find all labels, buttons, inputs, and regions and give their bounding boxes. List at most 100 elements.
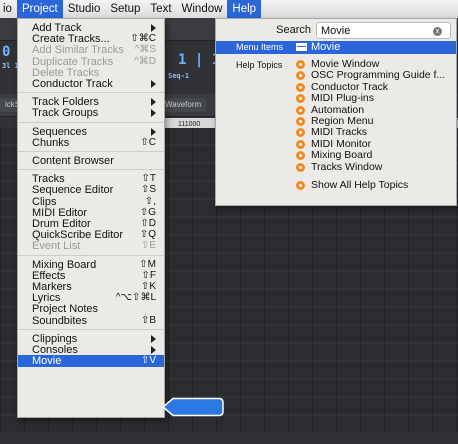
help-topic-item[interactable]: Mixing Board — [296, 149, 454, 161]
menu-item-shortcut: ⇧F — [141, 269, 157, 281]
menu-item-track-folders[interactable]: Track Folders — [18, 96, 164, 108]
menu-item-label: Track Groups — [32, 107, 99, 120]
menubar-item-window[interactable]: Window — [177, 0, 228, 18]
submenu-arrow-icon — [151, 24, 156, 32]
menu-item-effects[interactable]: Effects ⇧F — [18, 270, 164, 282]
menubar-item-setup[interactable]: Setup — [105, 0, 145, 18]
menu-item-label: Movie — [32, 355, 62, 368]
help-topic-item[interactable]: Region Menu — [296, 115, 454, 127]
help-topic-item[interactable]: Conductor Track — [296, 80, 454, 93]
help-topic-item[interactable]: Automation — [296, 104, 454, 116]
tab-waveform[interactable]: Waveform — [160, 98, 207, 112]
help-topic-icon — [296, 94, 305, 104]
menu-separator — [18, 169, 164, 171]
menu-item-shortcut: ⇧B — [140, 314, 156, 326]
menu-item-conductor-track[interactable]: Conductor Track — [18, 78, 164, 90]
menu-item-add-similar-tracks[interactable]: Add Similar Tracks ^⌘S — [18, 44, 164, 56]
menu-item-label: Drum Editor — [32, 218, 91, 230]
menu-item-shortcut: ⇧K — [140, 281, 156, 292]
project-menu: Add Track Create Tracks... ⇧⌘C Add Similar … — [17, 18, 165, 418]
help-topic-item[interactable]: MIDI Monitor — [296, 138, 454, 150]
menu-item-shortcut: ⇧, — [144, 195, 156, 207]
menu-item-add-track[interactable]: Add Track — [18, 22, 164, 34]
menubar-item-io[interactable]: io — [0, 0, 17, 18]
show-all-help-topics[interactable]: Show All Help Topics — [296, 179, 454, 191]
help-topic-icon — [296, 117, 305, 126]
menu-item-tracks[interactable]: Tracks ⇧T — [18, 173, 164, 185]
menu-item-delete-tracks[interactable]: Delete Tracks — [18, 67, 164, 79]
menu-item-event-list[interactable]: Event List ⇧E — [18, 240, 164, 252]
menu-separator — [18, 254, 164, 256]
menu-item-label: Soundbites — [32, 314, 88, 327]
menu-item-label: Delete Tracks — [32, 66, 100, 79]
menu-item-label: Effects — [32, 269, 66, 282]
menu-item-shortcut: ⇧Q — [139, 229, 156, 241]
menu-item-mixing-board[interactable]: Mixing Board ⇧M — [18, 259, 164, 271]
menu-item-result-movie[interactable]: Menu Items Movie — [216, 41, 456, 54]
menu-item-label: Mixing Board — [32, 258, 97, 271]
clear-icon[interactable]: x — [433, 27, 442, 36]
menu-item-icon — [296, 43, 307, 51]
submenu-arrow-icon — [151, 98, 156, 107]
help-topic-item[interactable]: MIDI Plug-ins — [296, 92, 454, 104]
help-topic-icon — [296, 151, 305, 161]
menubar-item-studio[interactable]: Studio — [63, 0, 106, 18]
menu-item-label: Consoles — [32, 344, 78, 356]
menu-item-label: Create Tracks... — [32, 33, 110, 46]
help-search-panel: Search Movie x Menu Items Movie Help Top… — [215, 18, 457, 206]
help-topic-icon — [296, 82, 305, 92]
help-topic-item[interactable]: MIDI Tracks — [296, 126, 454, 138]
menu-item-sequences[interactable]: Sequences — [18, 126, 164, 138]
help-topic-icon — [296, 181, 305, 190]
help-topic-item[interactable]: OSC Programming Guide f... — [296, 69, 454, 81]
menu-item-sequence-editor[interactable]: Sequence Editor ⇧S — [18, 184, 164, 196]
submenu-arrow-icon — [151, 80, 156, 88]
help-topic-label: Conductor Track — [311, 80, 389, 93]
search-value: Movie — [321, 25, 351, 37]
menu-item-clippings[interactable]: Clippings — [18, 333, 164, 345]
menu-item-label: Clips — [32, 195, 57, 208]
menu-item-consoles[interactable]: Consoles — [18, 344, 164, 356]
submenu-arrow-icon — [151, 346, 156, 354]
help-topic-item[interactable]: Movie Window — [296, 58, 454, 70]
menu-item-movie[interactable]: Movie ⇧V — [18, 355, 164, 368]
menu-items-label: Menu Items — [236, 42, 284, 52]
menu-item-label: Chunks — [32, 136, 70, 149]
help-topic-item[interactable]: Tracks Window — [296, 160, 454, 173]
menu-item-track-groups[interactable]: Track Groups — [18, 107, 164, 119]
left-counter: 0 — [2, 44, 11, 60]
menu-item-label: Track Folders — [32, 96, 99, 109]
menu-item-drum-editor[interactable]: Drum Editor ⇧D — [18, 218, 164, 230]
menu-item-midi-editor[interactable]: MIDI Editor ⇧G — [18, 207, 164, 219]
menu-item-shortcut: ⇧E — [140, 240, 156, 252]
menu-separator — [18, 328, 164, 330]
menubar-item-project[interactable]: Project — [16, 0, 63, 18]
menu-item-soundbites[interactable]: Soundbites ⇧B — [18, 315, 164, 327]
callout-arrow-icon — [162, 397, 224, 417]
menu-item-label: Duplicate Tracks — [32, 55, 114, 68]
submenu-arrow-icon — [151, 334, 156, 343]
menu-item-label: Sequences — [32, 125, 88, 138]
menu-item-label: Lyrics — [32, 292, 61, 305]
help-topic-label: Tracks Window — [311, 160, 383, 173]
menu-bar: io Project Studio Setup Text Window Help — [0, 0, 458, 19]
menu-item-clips[interactable]: Clips ⇧, — [18, 196, 164, 208]
menu-item-shortcut: ⇧V — [140, 355, 156, 367]
menu-item-duplicate-tracks[interactable]: Duplicate Tracks ^⌘D — [18, 56, 164, 68]
submenu-arrow-icon — [151, 109, 156, 118]
menu-item-content-browser[interactable]: Content Browser — [18, 155, 164, 167]
help-search-input[interactable]: Movie x — [316, 22, 451, 39]
menu-item-create-tracks[interactable]: Create Tracks... ⇧⌘C — [18, 33, 164, 45]
submenu-arrow-icon — [151, 127, 156, 136]
menubar-item-help[interactable]: Help — [227, 0, 262, 18]
menubar-item-text[interactable]: Text — [145, 0, 176, 18]
menu-item-project-notes[interactable]: Project Notes — [18, 303, 164, 315]
menu-item-quickscribe-editor[interactable]: QuickScribe Editor ⇧Q — [18, 229, 164, 241]
menu-item-label: Add Similar Tracks — [32, 44, 124, 57]
menu-item-markers[interactable]: Markers ⇧K — [18, 281, 164, 293]
menu-item-chunks[interactable]: Chunks ⇧C — [18, 137, 164, 149]
menu-item-lyrics[interactable]: Lyrics ^⌥⇧⌘L — [18, 292, 164, 304]
help-topic-label: Region Menu — [311, 115, 374, 127]
menu-item-result-label: Movie — [311, 41, 341, 53]
seq-selector[interactable]: Seq-1 — [168, 72, 189, 80]
